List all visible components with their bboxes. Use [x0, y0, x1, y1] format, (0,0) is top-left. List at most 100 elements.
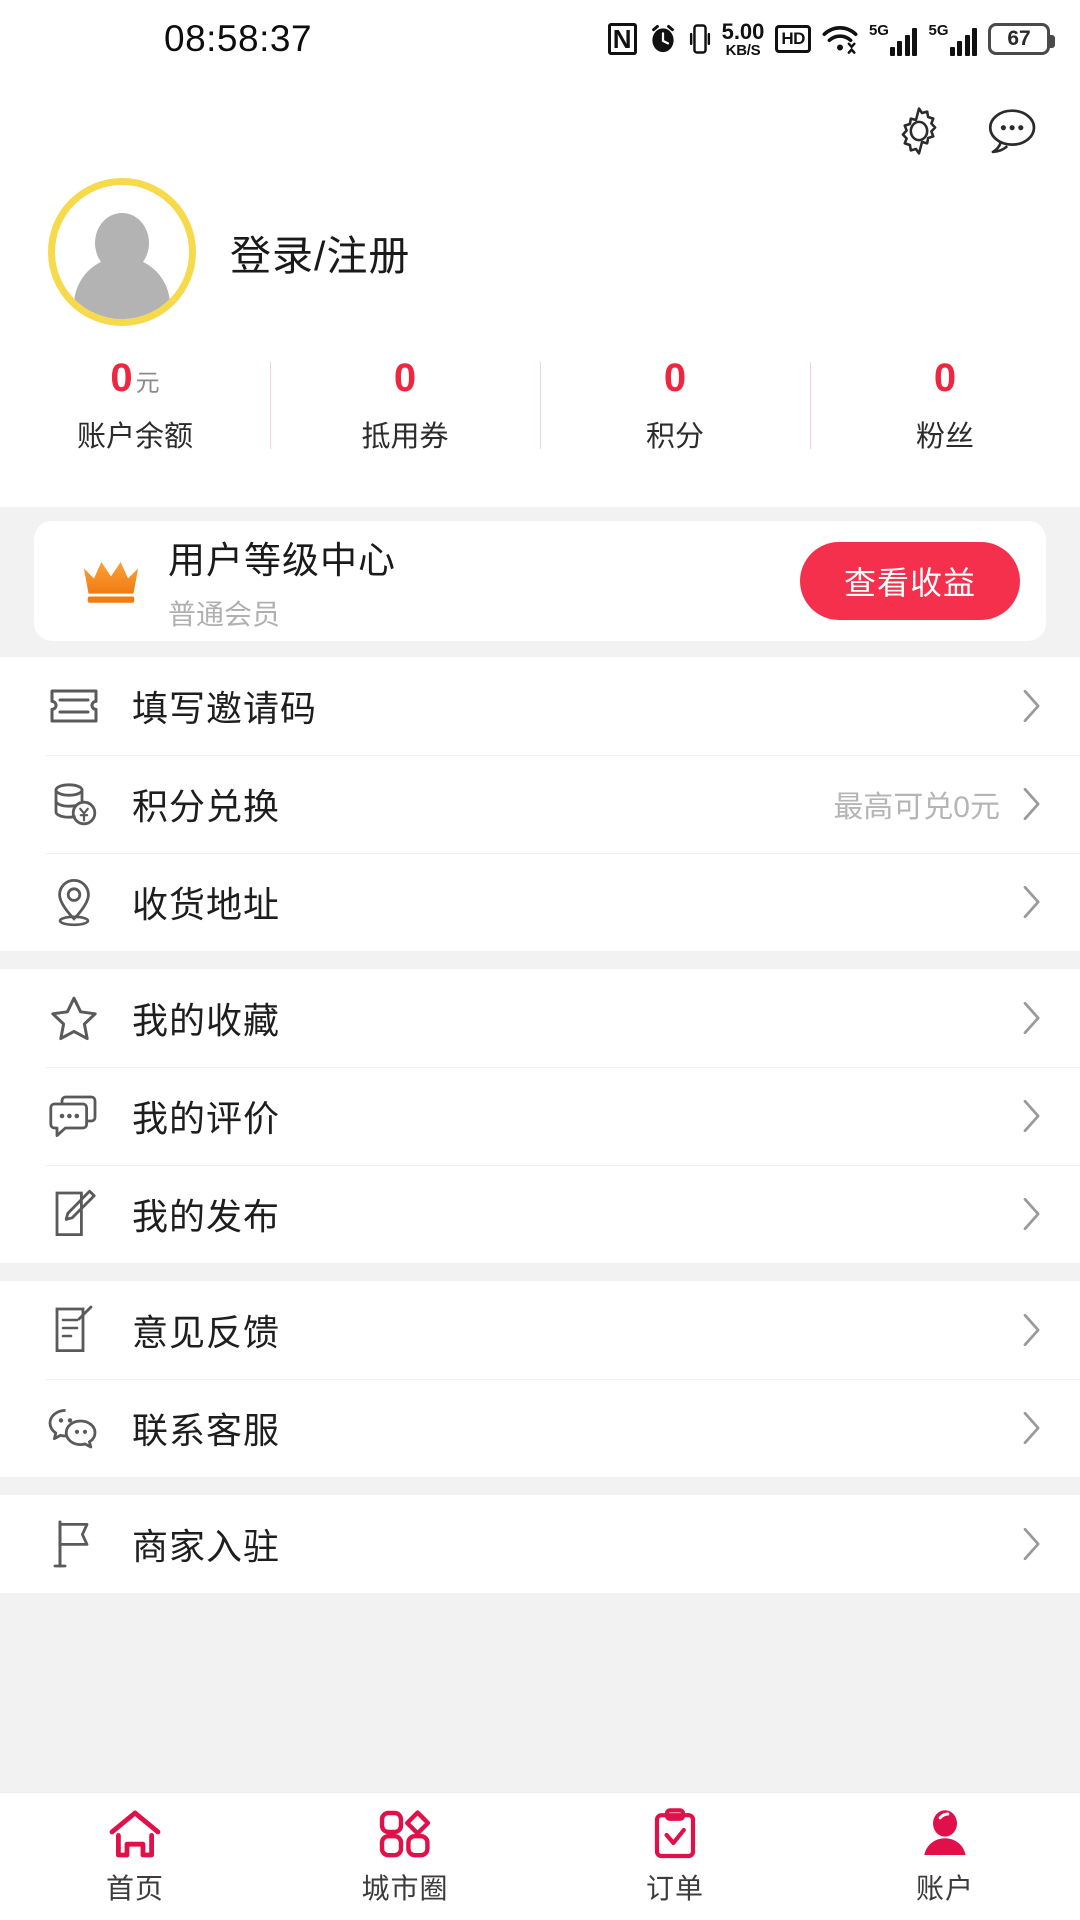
status-icons: N 5.00 KB/S HD 5G 5G 67 [607, 0, 1055, 78]
stat-voucher-value: 0 [270, 356, 540, 400]
menu-item-my-posts-label: 我的发布 [132, 1196, 281, 1237]
sim1-network-type: 5G [868, 21, 889, 39]
clipboard-check-icon [651, 1807, 699, 1861]
customer-service-icon [46, 1400, 102, 1456]
stat-balance-label: 账户余额 [76, 421, 193, 453]
chevron-right-icon [1022, 1197, 1042, 1231]
chevron-right-icon [1022, 885, 1042, 919]
stat-voucher[interactable]: 0 抵用券 [270, 356, 540, 455]
avatar[interactable] [48, 178, 196, 326]
stat-points[interactable]: 0 积分 [540, 356, 810, 455]
stat-fans[interactable]: 0 粉丝 [810, 356, 1080, 455]
stat-balance[interactable]: 0元 账户余额 [0, 356, 270, 455]
chevron-right-icon [1022, 1001, 1042, 1035]
chat-bubble-icon [988, 109, 1036, 154]
bottom-tab-bar: 首页 城市圈 订单 账户 [0, 1792, 1080, 1920]
feedback-form-icon [46, 1302, 102, 1358]
stats-row: 0元 账户余额 0 抵用券 0 积分 0 粉丝 [0, 326, 1080, 489]
stat-points-label: 积分 [645, 421, 704, 453]
home-icon [108, 1807, 162, 1861]
member-card-subtitle: 普通会员 [168, 598, 281, 630]
menu-item-favorites[interactable]: 我的收藏 [0, 969, 1080, 1067]
pencil-note-icon [46, 1186, 102, 1242]
view-earnings-button[interactable]: 查看收益 [799, 542, 1020, 620]
sim1-bars [889, 27, 918, 56]
tab-home[interactable]: 首页 [0, 1793, 270, 1920]
menu-item-favorites-label: 我的收藏 [132, 1000, 281, 1041]
sim2-bars [949, 27, 977, 56]
chevron-right-icon [1022, 787, 1042, 821]
member-level-card[interactable]: 用户等级中心 普通会员 查看收益 [34, 521, 1046, 641]
flag-icon [46, 1516, 102, 1572]
sim2-network-type: 5G [928, 21, 949, 39]
tab-orders[interactable]: 订单 [540, 1793, 810, 1920]
stat-points-value: 0 [540, 356, 810, 400]
login-register-link[interactable]: 登录/注册 [230, 222, 410, 282]
menu-item-invite-code[interactable]: 填写邀请码 [0, 657, 1080, 755]
star-icon [46, 990, 102, 1046]
stat-points-number: 0 [663, 356, 687, 400]
tab-city[interactable]: 城市圈 [270, 1793, 540, 1920]
chevron-right-icon [1022, 1527, 1042, 1561]
battery-percent: 67 [1007, 27, 1031, 50]
menu-item-points-exchange-label: 积分兑换 [132, 786, 281, 827]
person-icon [919, 1807, 971, 1861]
menu-item-points-exchange-value: 最高可兑0元 [833, 791, 1000, 824]
stat-balance-value: 0元 [0, 356, 270, 400]
menu-item-feedback-label: 意见反馈 [132, 1312, 281, 1353]
menu-group-account: 填写邀请码 积分兑换 最高可兑0元 收货地址 [0, 657, 1080, 951]
menu-item-customer-service-label: 联系客服 [132, 1410, 281, 1451]
stat-balance-number: 0 [110, 356, 133, 400]
nfc-icon: N [607, 23, 637, 55]
menu-item-points-exchange[interactable]: 积分兑换 最高可兑0元 [0, 755, 1080, 853]
hd-label: HD [781, 29, 805, 48]
crown-icon [83, 562, 139, 603]
menu-item-merchant-join[interactable]: 商家入驻 [0, 1495, 1080, 1593]
member-card-section: 用户等级中心 普通会员 查看收益 [0, 507, 1080, 657]
menu-item-merchant-join-label: 商家入驻 [132, 1526, 281, 1567]
menu-group-activity: 我的收藏 我的评价 我的发布 [0, 969, 1080, 1263]
network-speed-value: 5.00 [721, 18, 765, 44]
chevron-right-icon [1022, 1411, 1042, 1445]
profile-row[interactable]: 登录/注册 [0, 162, 1080, 326]
menu-item-shipping-address-label: 收货地址 [132, 884, 281, 925]
stat-balance-unit: 元 [135, 370, 160, 397]
status-time: 08:58:37 [164, 18, 313, 59]
sim2-signal-icon: 5G [928, 23, 977, 56]
alarm-icon [648, 23, 678, 55]
stat-fans-label: 粉丝 [915, 421, 974, 453]
status-bar: 08:58:37 N 5.00 KB/S HD 5G 5G 67 [0, 0, 1080, 78]
menu-item-invite-code-label: 填写邀请码 [132, 688, 318, 729]
vibrate-icon [689, 23, 711, 55]
menu-group-merchant: 商家入驻 [0, 1495, 1080, 1593]
location-pin-icon [46, 874, 102, 930]
stat-voucher-number: 0 [393, 356, 417, 400]
header-actions [0, 78, 1080, 162]
menu-item-my-posts[interactable]: 我的发布 [0, 1165, 1080, 1263]
section-divider [0, 1263, 1080, 1281]
comment-icon [46, 1088, 102, 1144]
messages-button[interactable] [980, 100, 1042, 162]
member-card-texts: 用户等级中心 普通会员 [168, 530, 800, 633]
menu-group-support: 意见反馈 联系客服 [0, 1281, 1080, 1477]
section-divider [0, 1477, 1080, 1495]
menu-item-reviews-label: 我的评价 [132, 1098, 281, 1139]
coin-stack-icon [46, 776, 102, 832]
gear-icon [901, 107, 937, 155]
city-grid-icon [378, 1807, 432, 1861]
stat-fans-value: 0 [810, 356, 1080, 400]
settings-button[interactable] [888, 100, 950, 162]
tab-home-label: 首页 [105, 1872, 164, 1904]
tab-account-label: 账户 [915, 1872, 974, 1904]
ticket-icon [46, 678, 102, 734]
tab-account[interactable]: 账户 [810, 1793, 1080, 1920]
network-speed-unit: KB/S [725, 41, 761, 59]
menu-item-shipping-address[interactable]: 收货地址 [0, 853, 1080, 951]
menu-item-reviews[interactable]: 我的评价 [0, 1067, 1080, 1165]
menu-item-customer-service[interactable]: 联系客服 [0, 1379, 1080, 1477]
tab-city-label: 城市圈 [361, 1872, 449, 1904]
stat-fans-number: 0 [933, 356, 957, 400]
menu-item-feedback[interactable]: 意见反馈 [0, 1281, 1080, 1379]
profile-header: 登录/注册 0元 账户余额 0 抵用券 0 积分 0 粉丝 [0, 78, 1080, 507]
battery-icon: 67 [988, 23, 1055, 55]
